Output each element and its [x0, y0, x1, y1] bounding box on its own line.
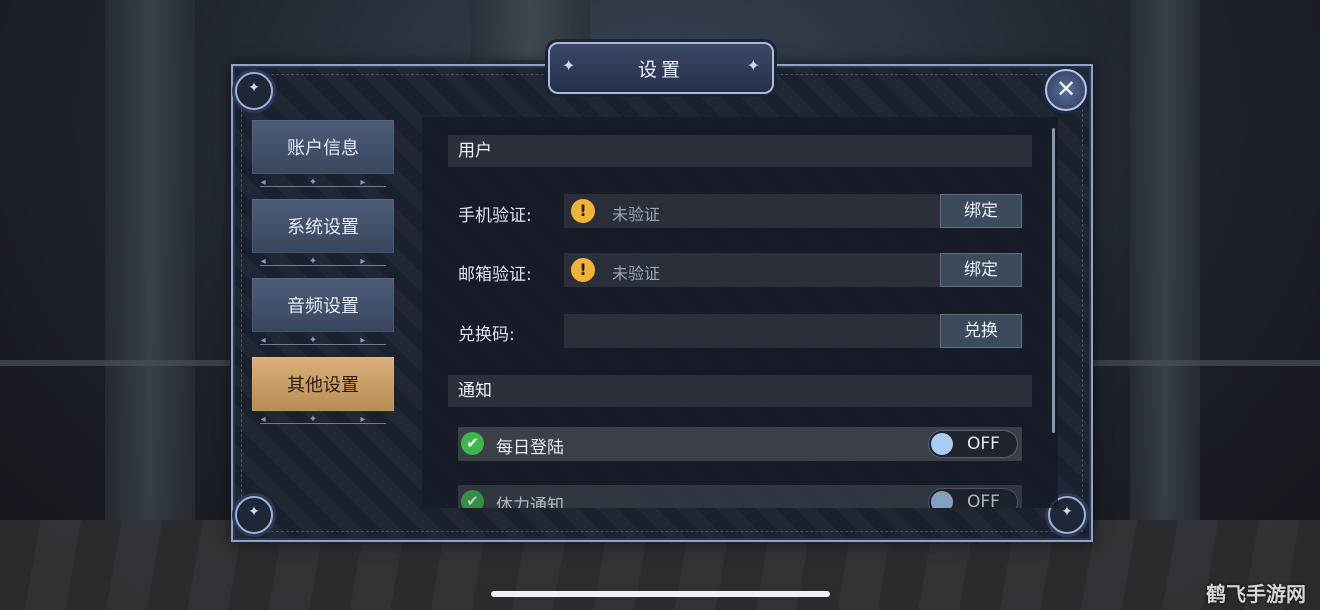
- redeem-code-field: 兑换: [564, 314, 1022, 348]
- phone-verify-status: 未验证: [612, 205, 661, 224]
- content-scrollbar[interactable]: [1052, 128, 1055, 433]
- bind-email-button[interactable]: 绑定: [940, 253, 1022, 287]
- bind-phone-button[interactable]: 绑定: [940, 194, 1022, 228]
- redeem-button[interactable]: 兑换: [940, 314, 1022, 348]
- toggle-row-daily-login: ✔ 每日登陆 OFF: [458, 427, 1022, 461]
- stamina-switch[interactable]: OFF: [928, 488, 1018, 508]
- sidebar-divider: [252, 411, 394, 436]
- section-header-notify: 通知: [448, 375, 1032, 407]
- sidebar-divider: [252, 332, 394, 357]
- sidebar-item-account-info[interactable]: 账户信息: [252, 120, 394, 174]
- email-verify-status: 未验证: [612, 264, 661, 283]
- switch-knob: [931, 433, 953, 455]
- switch-state: OFF: [967, 492, 1000, 508]
- clip-area: ✔ 体力通知 OFF: [422, 480, 1058, 508]
- background-railing: [0, 360, 230, 366]
- phone-verify-field: ! 未验证 绑定: [564, 194, 1022, 228]
- check-icon: ✔: [461, 432, 484, 455]
- close-icon: ✕: [1055, 75, 1077, 103]
- toggle-label: 体力通知: [496, 496, 564, 508]
- corner-ornament-icon: [235, 72, 273, 110]
- switch-knob: [931, 491, 953, 508]
- redeem-code-input[interactable]: [564, 314, 940, 348]
- sidebar-divider: [252, 253, 394, 278]
- dialog-title: 设置: [637, 58, 684, 81]
- home-indicator[interactable]: [491, 591, 830, 597]
- toggle-label: 每日登陆: [496, 438, 564, 458]
- close-button[interactable]: ✕: [1045, 69, 1087, 111]
- settings-sidebar: 账户信息 系统设置 音频设置 其他设置: [252, 120, 394, 436]
- sidebar-item-audio-settings[interactable]: 音频设置: [252, 278, 394, 332]
- sidebar-divider: [252, 174, 394, 199]
- warning-icon: !: [571, 258, 595, 282]
- phone-verify-label: 手机验证:: [458, 206, 532, 226]
- email-verify-field: ! 未验证 绑定: [564, 253, 1022, 287]
- section-header-user: 用户: [448, 135, 1032, 167]
- warning-icon: !: [571, 199, 595, 223]
- watermark: 鹤飞手游网: [1206, 582, 1306, 606]
- check-icon: ✔: [461, 490, 484, 508]
- dialog-title-plate: ✦ 设置 ✦: [548, 42, 774, 94]
- daily-login-switch[interactable]: OFF: [928, 430, 1018, 458]
- corner-ornament-icon: [235, 496, 273, 534]
- switch-state: OFF: [967, 434, 1000, 454]
- background-pillar: [105, 0, 195, 520]
- title-ornament-icon: ✦: [746, 56, 760, 75]
- email-verify-label: 邮箱验证:: [458, 265, 532, 285]
- background-pillar: [1130, 0, 1200, 520]
- sidebar-item-other-settings[interactable]: 其他设置: [252, 357, 394, 411]
- background-railing: [1090, 360, 1320, 366]
- redeem-code-label: 兑换码:: [458, 325, 515, 345]
- sidebar-item-system-settings[interactable]: 系统设置: [252, 199, 394, 253]
- title-ornament-icon: ✦: [562, 56, 576, 75]
- toggle-row-stamina: ✔ 体力通知 OFF: [458, 485, 1022, 508]
